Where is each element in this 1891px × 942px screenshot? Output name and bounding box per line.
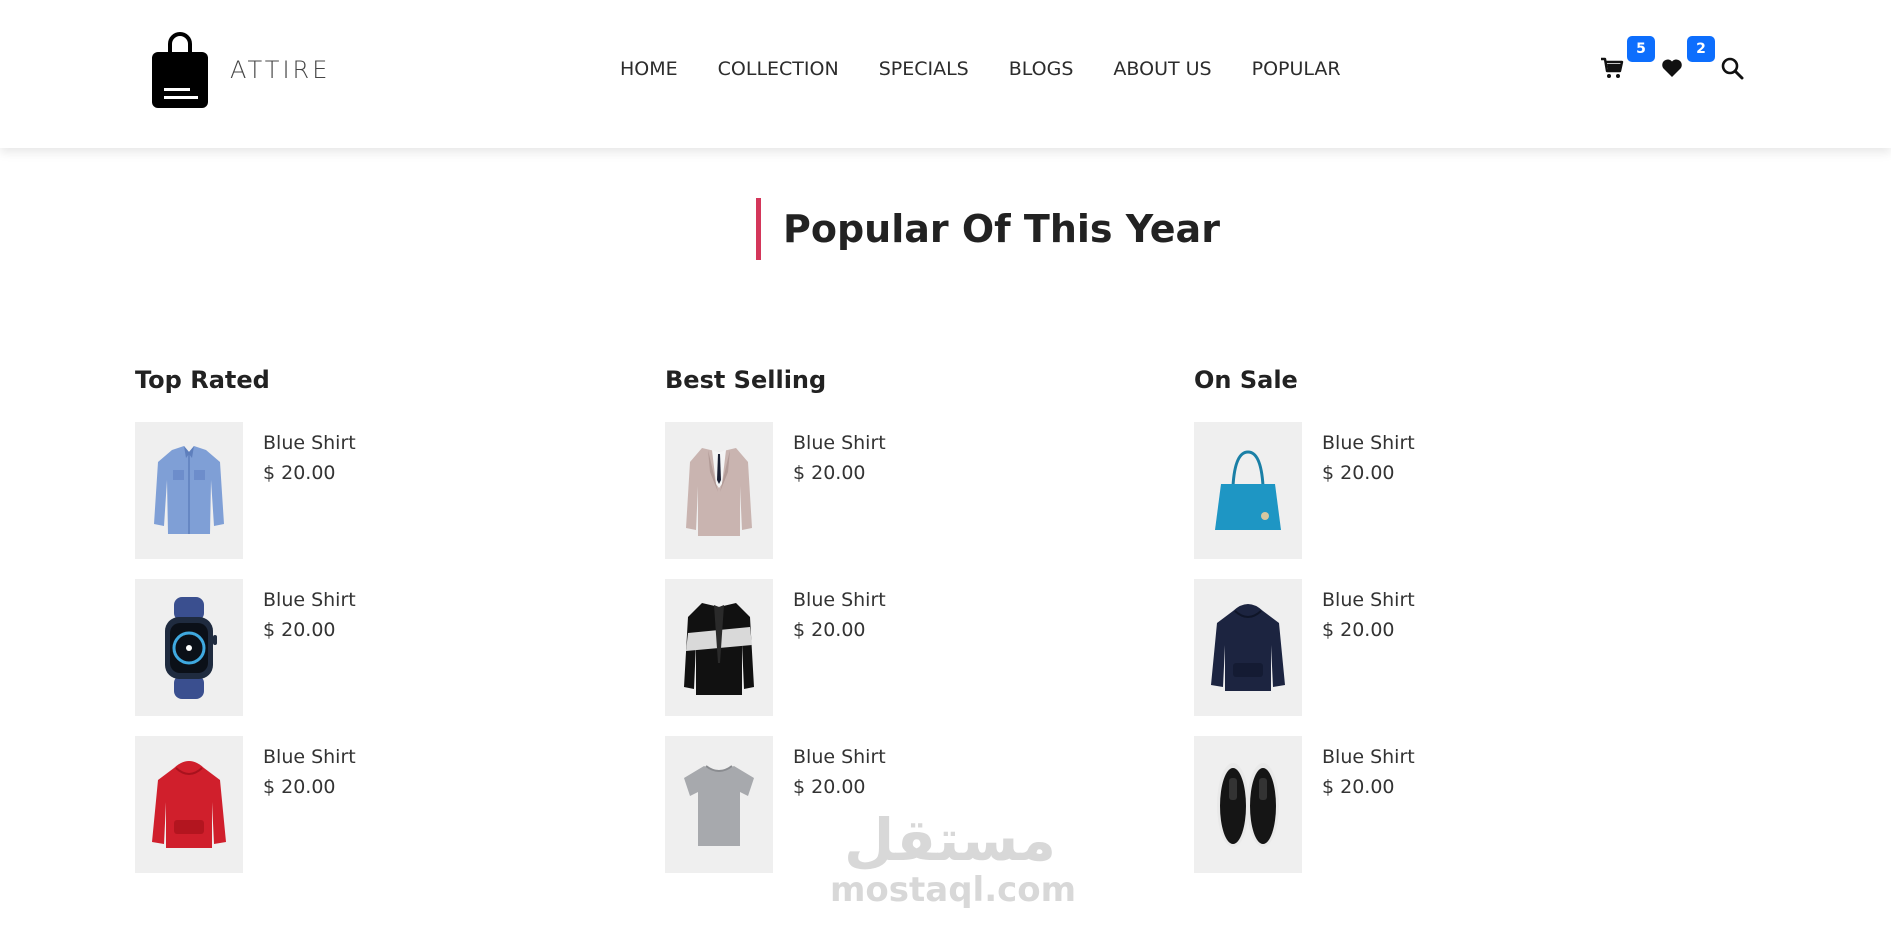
product-price: $ 20.00 [793,619,866,641]
product-item[interactable]: Blue Shirt $ 20.00 [135,422,555,559]
product-image[interactable] [665,736,773,873]
top-rated-column: Top Rated Blue Shirt $ 20.00 Blue Shirt … [135,360,555,873]
watermark-arabic: مستقل [843,806,1057,874]
shopping-bag-icon [152,32,208,108]
product-item[interactable]: Blue Shirt $ 20.00 [1194,422,1614,559]
product-image[interactable] [1194,579,1302,716]
product-name[interactable]: Blue Shirt [263,585,356,615]
smartwatch-image [165,596,217,699]
nav-collection[interactable]: COLLECTION [718,58,839,80]
product-price: $ 20.00 [263,462,336,484]
nav-blogs[interactable]: BLOGS [1009,58,1074,80]
red-hoodie-image [152,760,226,848]
product-price: $ 20.00 [793,776,866,798]
header-actions: 5 2 [1600,36,1744,80]
product-image[interactable] [135,579,243,716]
brand-name: ATTIRE [230,56,331,84]
heart-icon [1662,59,1682,77]
product-price: $ 20.00 [793,462,866,484]
beige-suit-image [686,447,752,536]
product-name[interactable]: Blue Shirt [793,742,886,772]
watermark-latin: mostaql.com [830,870,1077,910]
product-image[interactable] [665,422,773,559]
product-item[interactable]: Blue Shirt $ 20.00 [1194,579,1614,716]
product-price: $ 20.00 [1322,462,1395,484]
search-button[interactable] [1720,56,1744,80]
section-heading: Popular Of This Year [756,198,1220,260]
nav-specials[interactable]: SPECIALS [879,58,969,80]
best-selling-column: Best Selling Blue Shirt $ 20.00 Blue Shi… [665,360,1085,873]
product-item[interactable]: Blue Shirt $ 20.00 [135,579,555,716]
search-icon [1721,57,1744,80]
blue-shirt-image [154,445,224,534]
product-price: $ 20.00 [1322,619,1395,641]
product-image[interactable] [135,736,243,873]
product-name[interactable]: Blue Shirt [1322,742,1415,772]
site-header: ATTIRE HOME COLLECTION SPECIALS BLOGS AB… [0,0,1891,148]
product-name[interactable]: Blue Shirt [793,585,886,615]
product-name[interactable]: Blue Shirt [1322,428,1415,458]
black-sneakers-image [1217,762,1279,847]
watermark: مستقل mostaql.com [830,806,1077,910]
product-image[interactable] [665,579,773,716]
product-image[interactable] [1194,736,1302,873]
product-item[interactable]: Blue Shirt $ 20.00 [135,736,555,873]
product-name[interactable]: Blue Shirt [263,428,356,458]
product-name[interactable]: Blue Shirt [1322,585,1415,615]
product-item[interactable]: Blue Shirt $ 20.00 [665,579,1085,716]
column-title: Best Selling [665,366,827,394]
cart-count-badge: 5 [1627,36,1655,62]
product-item[interactable]: Blue Shirt $ 20.00 [665,422,1085,559]
cart-button[interactable]: 5 [1600,36,1655,80]
logo[interactable]: ATTIRE [150,30,330,110]
cart-icon [1601,57,1624,78]
nav-about-us[interactable]: ABOUT US [1113,58,1211,80]
column-title: On Sale [1194,366,1298,394]
grey-tshirt-image [684,764,754,846]
product-price: $ 20.00 [263,619,336,641]
nav-home[interactable]: HOME [620,58,678,80]
on-sale-column: On Sale Blue Shirt $ 20.00 Blue Shirt $ … [1194,360,1614,873]
blue-handbag-image [1215,449,1281,530]
product-item[interactable]: Blue Shirt $ 20.00 [1194,736,1614,873]
navy-hoodie-image [1211,603,1285,691]
product-price: $ 20.00 [263,776,336,798]
nav-popular[interactable]: POPULAR [1252,58,1341,80]
product-name[interactable]: Blue Shirt [793,428,886,458]
black-blazer-image [684,602,754,695]
title-accent-bar [756,198,761,260]
page-title: Popular Of This Year [783,207,1220,251]
column-title: Top Rated [135,366,270,394]
wishlist-count-badge: 2 [1687,36,1715,62]
main-nav: HOME COLLECTION SPECIALS BLOGS ABOUT US … [600,58,1361,80]
product-price: $ 20.00 [1322,776,1395,798]
product-image[interactable] [1194,422,1302,559]
product-name[interactable]: Blue Shirt [263,742,356,772]
wishlist-button[interactable]: 2 [1660,36,1715,80]
product-image[interactable] [135,422,243,559]
